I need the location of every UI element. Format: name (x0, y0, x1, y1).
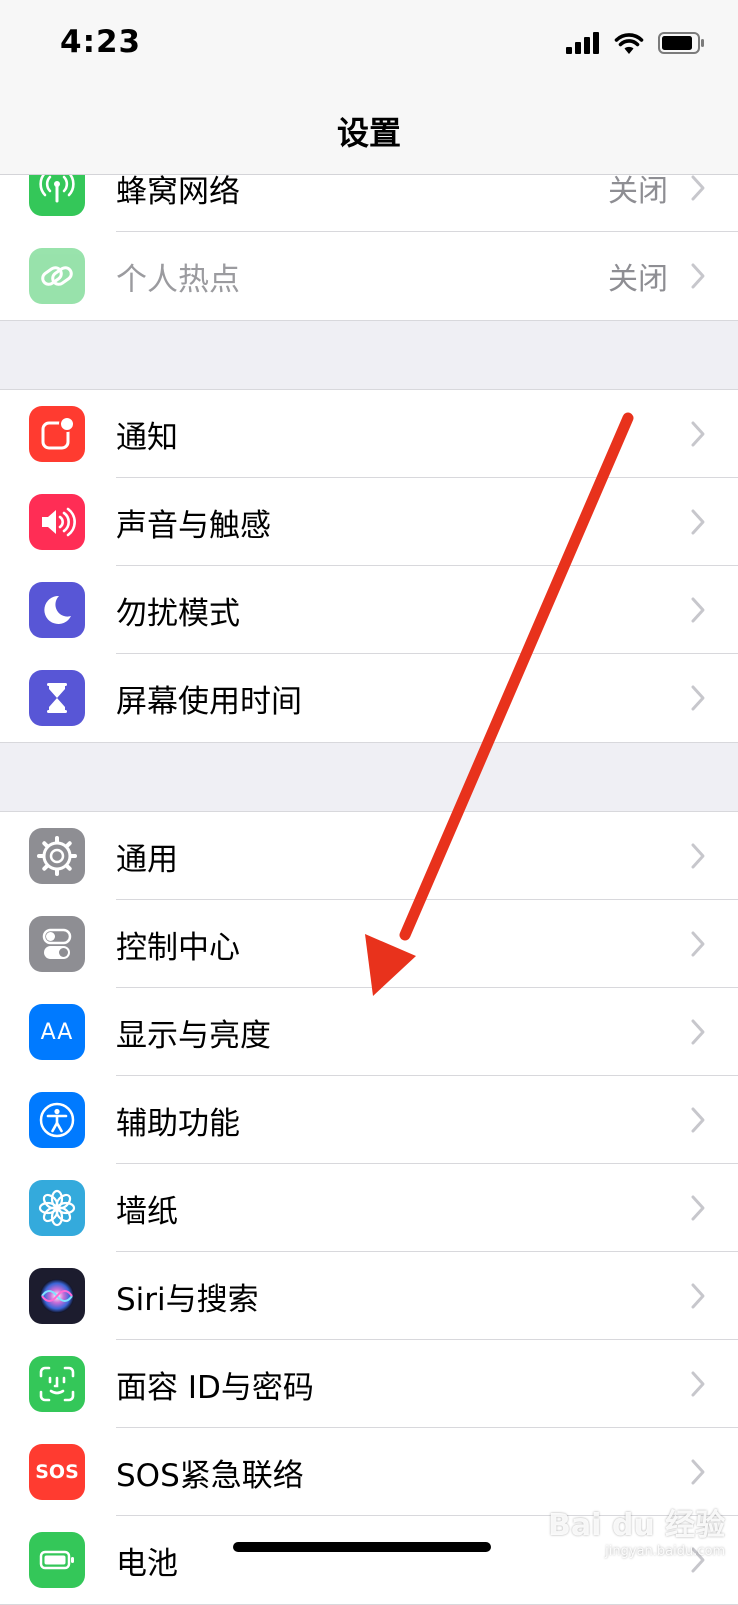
flower-icon (29, 1180, 85, 1236)
settings-item-label: 显示与亮度 (116, 1017, 271, 1054)
settings-item-display-brightness[interactable]: AA 显示与亮度 (0, 988, 738, 1076)
settings-item-value: 关闭 (608, 262, 668, 297)
settings-list[interactable]: 蜂窝网络 关闭 个人热点 关闭 通知 声音与触感 勿扰模式 屏幕使用时间 通用 … (0, 143, 738, 1605)
chevron-right-icon (691, 1459, 705, 1485)
chevron-right-icon (691, 685, 705, 711)
settings-item-label: SOS紧急联络 (116, 1457, 304, 1494)
link-icon (29, 248, 85, 304)
chevron-right-icon (691, 597, 705, 623)
watermark-url: jingyan.baidu.com (605, 1544, 726, 1559)
page-title: 设置 (336, 114, 401, 152)
settings-item-do-not-disturb[interactable]: 勿扰模式 (0, 566, 738, 654)
settings-item-siri-search[interactable]: Siri与搜索 (0, 1252, 738, 1340)
chevron-right-icon (691, 175, 705, 201)
settings-item-label: Siri与搜索 (116, 1281, 259, 1318)
settings-item-label: 个人热点 (116, 261, 240, 298)
icon-glyph: AA (40, 1019, 74, 1045)
settings-item-label: 通用 (116, 841, 178, 878)
chevron-right-icon (691, 843, 705, 869)
baidu-watermark: Bai du 经验 jingyan.baidu.com (548, 1500, 725, 1559)
speaker-icon (29, 494, 85, 550)
cellular-signal-icon (566, 32, 599, 54)
settings-item-label: 面容 ID与密码 (116, 1369, 314, 1406)
chevron-right-icon (691, 1107, 705, 1133)
face-id-icon (29, 1356, 85, 1412)
settings-item-label: 勿扰模式 (116, 595, 240, 632)
chevron-right-icon (691, 1283, 705, 1309)
chevron-right-icon (691, 1195, 705, 1221)
notification-icon (29, 406, 85, 462)
settings-item-face-id-passcode[interactable]: 面容 ID与密码 (0, 1340, 738, 1428)
text-size-icon: AA (29, 1004, 85, 1060)
icon-glyph: SOS (35, 1461, 79, 1483)
status-icons (552, 32, 704, 54)
accessibility-icon (29, 1092, 85, 1148)
settings-item-sounds[interactable]: 声音与触感 (0, 478, 738, 566)
siri-icon (29, 1268, 85, 1324)
moon-icon (29, 582, 85, 638)
settings-item-hotspot[interactable]: 个人热点 关闭 (0, 232, 738, 320)
settings-item-label: 辅助功能 (116, 1105, 240, 1142)
chevron-right-icon (691, 421, 705, 447)
settings-item-label: 屏幕使用时间 (116, 683, 302, 720)
settings-item-label: 墙纸 (116, 1193, 178, 1230)
settings-item-general[interactable]: 通用 (0, 812, 738, 900)
watermark-text: Bai du 经验 (548, 1508, 726, 1543)
settings-group-general: 通用 控制中心 AA 显示与亮度 辅助功能 墙纸 Siri与搜索 面容 ID与密… (0, 811, 738, 1605)
status-bar: 4:23 (0, 0, 738, 90)
home-indicator[interactable] (233, 1542, 491, 1552)
settings-item-notifications[interactable]: 通知 (0, 390, 738, 478)
battery-status-icon (658, 32, 704, 54)
toggles-icon (29, 916, 85, 972)
settings-group-notifications: 通知 声音与触感 勿扰模式 屏幕使用时间 (0, 389, 738, 743)
chevron-right-icon (691, 509, 705, 535)
wifi-icon (614, 33, 644, 54)
settings-item-label: 电池 (116, 1545, 178, 1582)
chevron-right-icon (691, 1019, 705, 1045)
gear-icon (29, 828, 85, 884)
settings-item-label: 通知 (116, 419, 178, 456)
chevron-right-icon (691, 263, 705, 289)
chevron-right-icon (691, 1371, 705, 1397)
hourglass-icon (29, 670, 85, 726)
sos-icon: SOS (29, 1444, 85, 1500)
settings-item-screen-time[interactable]: 屏幕使用时间 (0, 654, 738, 742)
status-time: 4:23 (60, 24, 142, 60)
settings-item-accessibility[interactable]: 辅助功能 (0, 1076, 738, 1164)
settings-item-label: 控制中心 (116, 929, 240, 966)
chevron-right-icon (691, 931, 705, 957)
navigation-bar: 设置 (0, 90, 738, 175)
settings-item-label: 声音与触感 (116, 507, 271, 544)
battery-icon (29, 1532, 85, 1588)
settings-item-control-center[interactable]: 控制中心 (0, 900, 738, 988)
settings-item-wallpaper[interactable]: 墙纸 (0, 1164, 738, 1252)
